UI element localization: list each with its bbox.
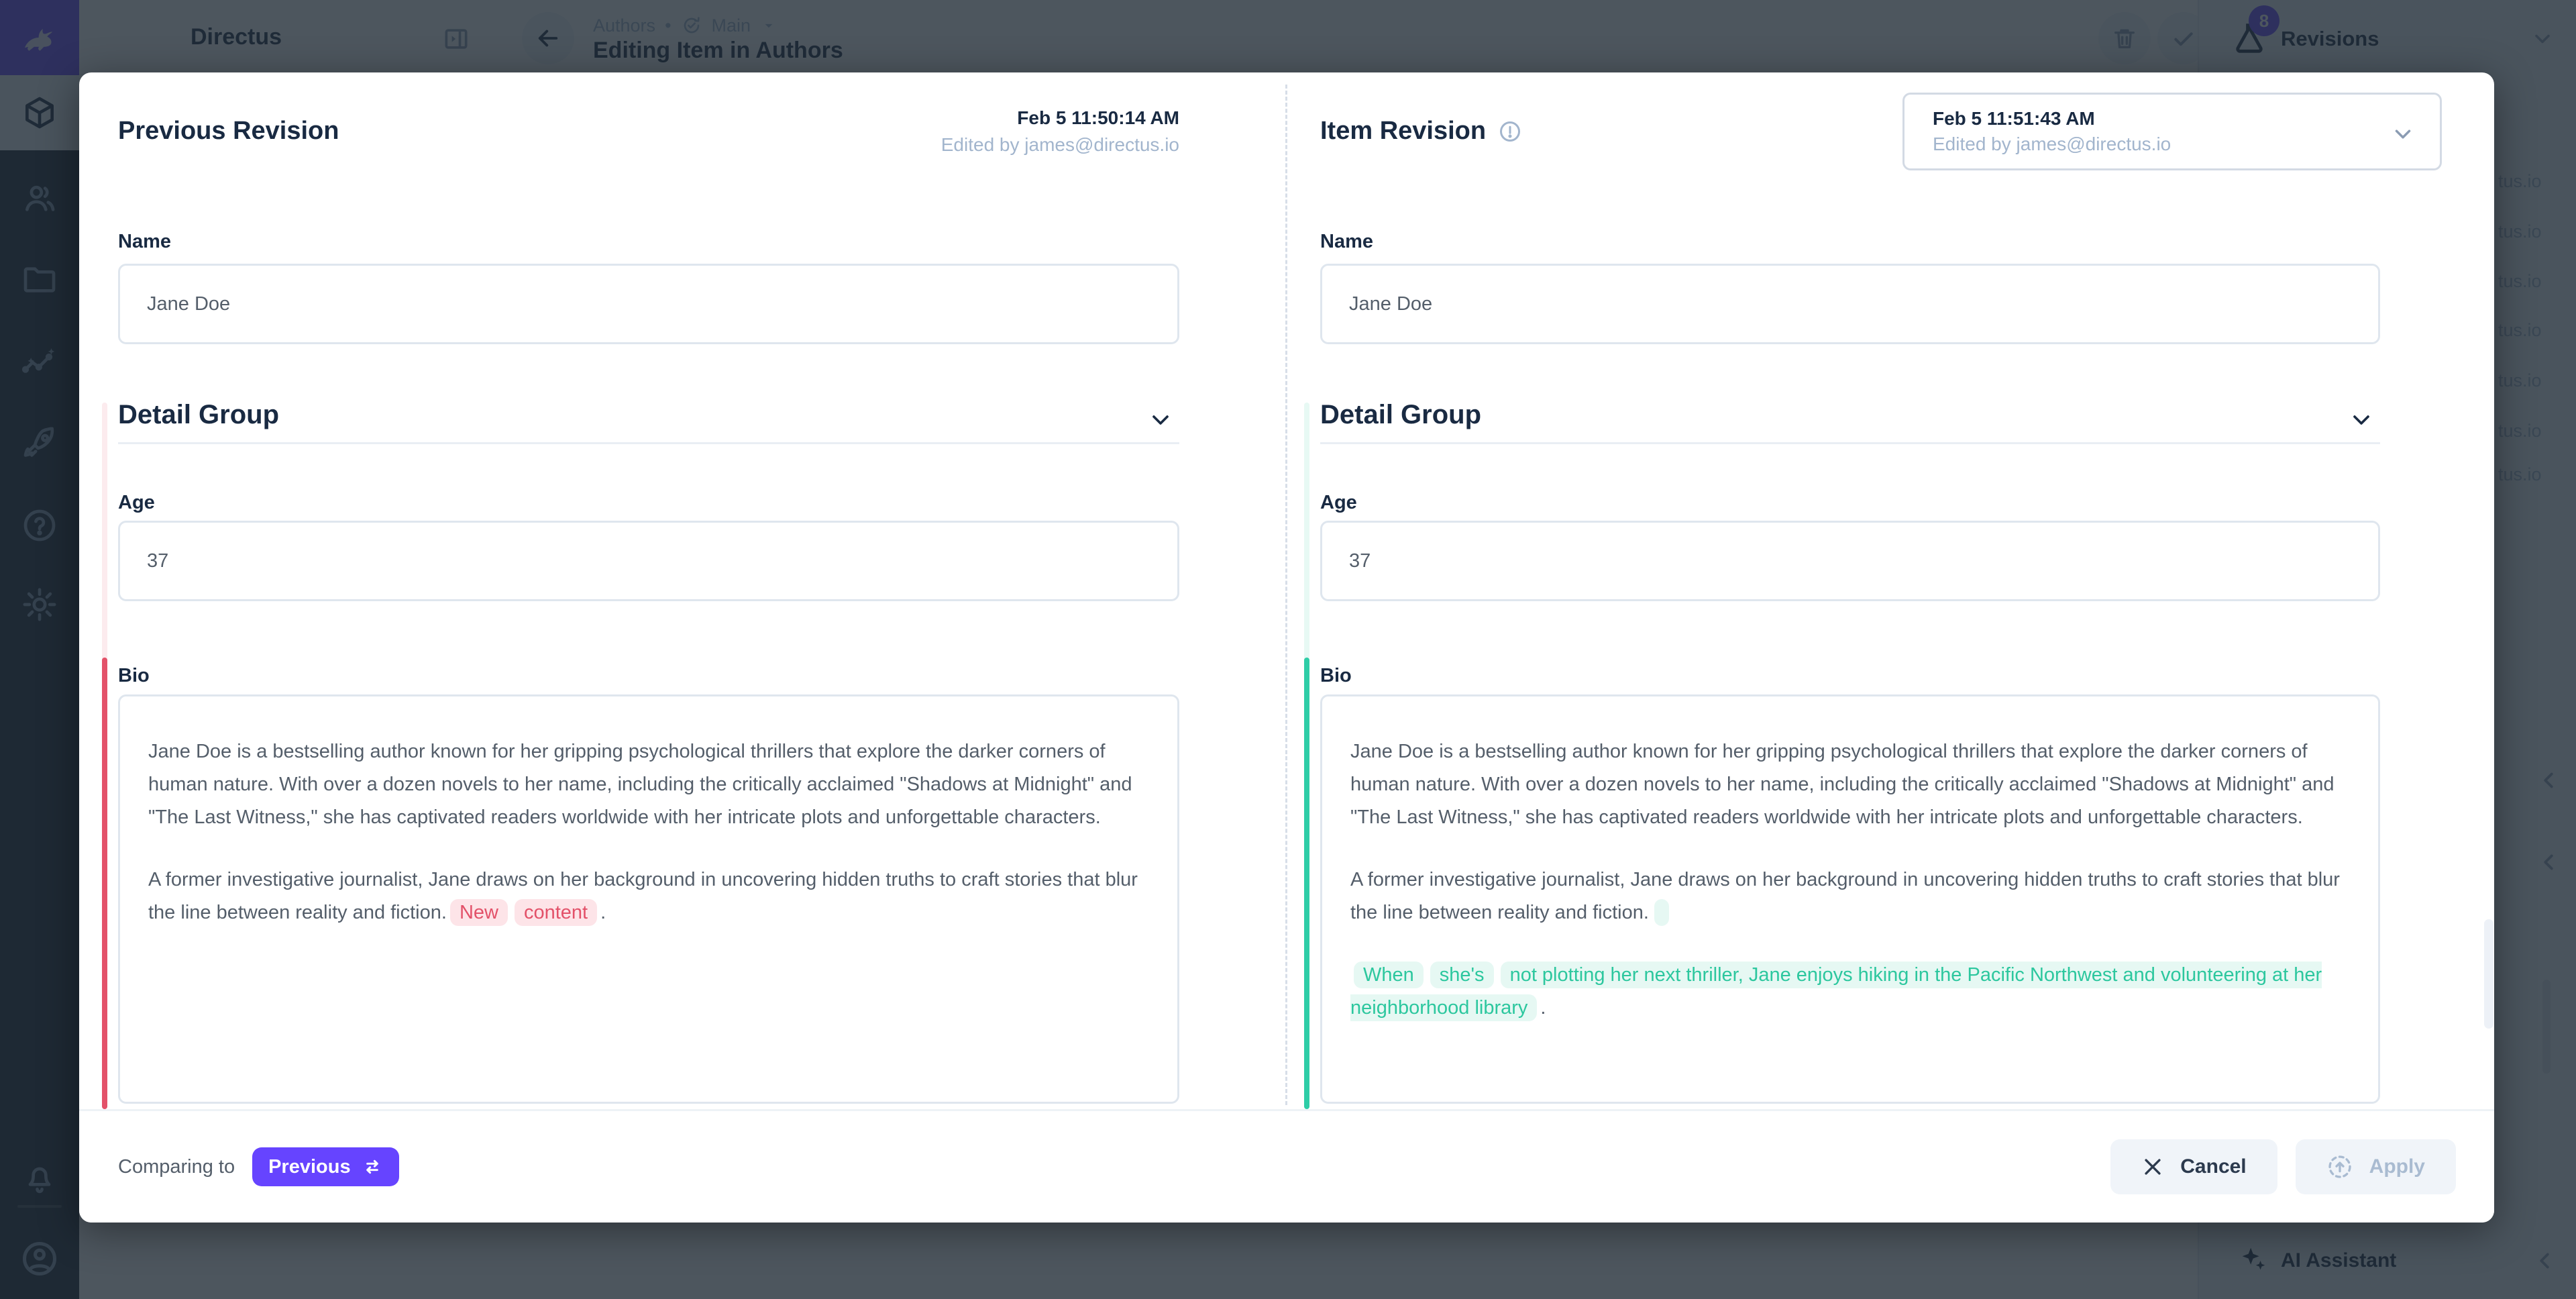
previous-revision-title: Previous Revision xyxy=(118,117,339,146)
apply-upload-icon xyxy=(2326,1153,2353,1180)
bio-paragraph: A former investigative journalist, Jane … xyxy=(1350,864,2350,929)
info-icon[interactable] xyxy=(1498,119,1522,144)
modal-scrollbar-thumb[interactable] xyxy=(2484,919,2493,1029)
swap-icon xyxy=(362,1156,383,1178)
item-revision-pane: Item Revision Feb 5 11:51:43 AM Edited b… xyxy=(1287,72,2494,1109)
diff-added-word: she's xyxy=(1430,962,1494,988)
dialog-footer: Comparing to Previous Cancel Apply xyxy=(79,1109,2494,1223)
bio-paragraph: Jane Doe is a bestselling author known f… xyxy=(1350,735,2350,834)
previous-revision-meta: Feb 5 11:50:14 AM Edited by james@direct… xyxy=(941,105,1179,158)
comparing-to-group: Comparing to Previous xyxy=(118,1147,399,1186)
bio-paragraph: A former investigative journalist, Jane … xyxy=(148,864,1149,929)
diff-added-space xyxy=(1654,899,1669,926)
name-label: Name xyxy=(1320,231,1373,253)
diff-added-text: not plotting her next thriller, Jane enj… xyxy=(1350,962,2322,1021)
diff-added-word: When xyxy=(1354,962,1424,988)
close-icon xyxy=(2141,1155,2164,1178)
revision-compare-dialog: Previous Revision Feb 5 11:50:14 AM Edit… xyxy=(79,72,2494,1223)
bio-removed-bar xyxy=(102,658,107,1109)
chevron-down-icon[interactable] xyxy=(2348,407,2375,433)
item-revision-timestamp: Feb 5 11:51:43 AM xyxy=(1933,106,2440,132)
name-input-previous[interactable]: Jane Doe xyxy=(118,264,1179,344)
age-input-revision[interactable]: 37 xyxy=(1320,521,2380,601)
previous-revision-timestamp: Feb 5 11:50:14 AM xyxy=(941,105,1179,132)
detail-group-header: Detail Group xyxy=(118,400,279,430)
diff-removed-word: content xyxy=(515,899,597,926)
group-divider xyxy=(118,442,1179,444)
chevron-down-icon[interactable] xyxy=(1147,407,1174,433)
revision-select-dropdown[interactable]: Feb 5 11:51:43 AM Edited by james@direct… xyxy=(1902,93,2442,170)
age-label: Age xyxy=(1320,492,1357,514)
item-revision-title: Item Revision xyxy=(1320,117,1522,146)
group-divider xyxy=(1320,442,2380,444)
bio-textarea-revision[interactable]: Jane Doe is a bestselling author known f… xyxy=(1320,694,2380,1104)
bio-label: Bio xyxy=(1320,665,1352,687)
age-input-previous[interactable]: 37 xyxy=(118,521,1179,601)
detail-group-header: Detail Group xyxy=(1320,400,1481,430)
bio-textarea-previous[interactable]: Jane Doe is a bestselling author known f… xyxy=(118,694,1179,1104)
apply-button[interactable]: Apply xyxy=(2296,1139,2456,1194)
comparing-target-badge[interactable]: Previous xyxy=(252,1147,399,1186)
diff-removed-word: New xyxy=(450,899,508,926)
bio-added-paragraph: Whenshe'snot plotting her next thriller,… xyxy=(1350,959,2350,1025)
comparing-to-label: Comparing to xyxy=(118,1156,235,1178)
age-label: Age xyxy=(118,492,155,514)
cancel-button[interactable]: Cancel xyxy=(2110,1139,2277,1194)
previous-revision-author: Edited by james@directus.io xyxy=(941,132,1179,158)
previous-revision-pane: Previous Revision Feb 5 11:50:14 AM Edit… xyxy=(79,72,1287,1109)
name-label: Name xyxy=(118,231,171,253)
chevron-down-icon xyxy=(2390,121,2416,147)
bio-label: Bio xyxy=(118,665,150,687)
item-revision-author: Edited by james@directus.io xyxy=(1933,132,2440,157)
bio-added-bar xyxy=(1304,658,1309,1109)
name-input-revision[interactable]: Jane Doe xyxy=(1320,264,2380,344)
bio-paragraph: Jane Doe is a bestselling author known f… xyxy=(148,735,1149,834)
